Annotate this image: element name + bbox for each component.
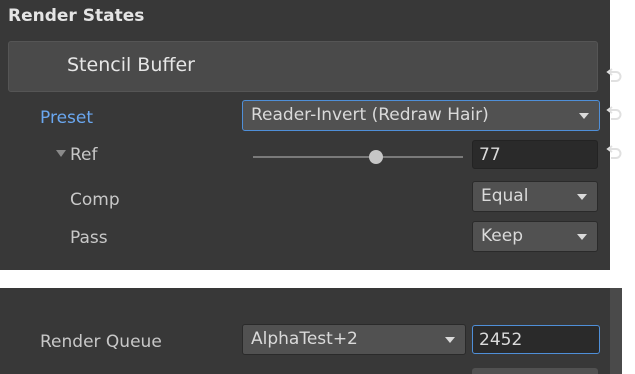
dropdown-arrow-icon (577, 234, 587, 240)
render-queue-panel: Render Queue AlphaTest+2 2452 (0, 288, 622, 374)
dropdown-arrow-icon (579, 113, 589, 119)
render-queue-preset: AlphaTest+2 (251, 329, 358, 349)
ref-value: 77 (479, 145, 501, 165)
next-field-partial (472, 368, 598, 374)
section-title: Render States (8, 6, 145, 26)
preset-value: Reader-Invert (Redraw Hair) (251, 105, 489, 125)
ref-slider-thumb[interactable] (369, 150, 383, 164)
comp-label: Comp (70, 190, 120, 210)
comp-dropdown[interactable]: Equal (472, 181, 598, 212)
render-states-panel: Render States Stencil Buffer Preset Read… (0, 0, 622, 270)
pass-dropdown[interactable]: Keep (472, 221, 598, 252)
render-queue-label: Render Queue (40, 332, 162, 352)
preset-label: Preset (40, 108, 94, 128)
pass-label: Pass (70, 228, 108, 248)
revert-icon[interactable] (605, 106, 623, 124)
ref-slider-track[interactable] (253, 156, 463, 158)
render-queue-dropdown[interactable]: AlphaTest+2 (242, 324, 466, 355)
scrollbar[interactable] (610, 288, 622, 374)
revert-icon[interactable] (605, 68, 623, 86)
revert-icon[interactable] (605, 145, 623, 163)
comp-value: Equal (481, 186, 529, 206)
dropdown-arrow-icon (577, 194, 587, 200)
render-queue-value: 2452 (479, 330, 523, 350)
foldout-arrow-icon[interactable] (56, 150, 66, 157)
render-queue-value-field[interactable]: 2452 (472, 325, 600, 354)
ref-value-field[interactable]: 77 (472, 140, 598, 169)
ref-label: Ref (70, 145, 98, 165)
pass-value: Keep (481, 226, 524, 246)
preset-dropdown[interactable]: Reader-Invert (Redraw Hair) (242, 100, 600, 131)
foldout-label: Stencil Buffer (67, 54, 195, 76)
stencil-buffer-foldout[interactable]: Stencil Buffer (8, 41, 598, 92)
dropdown-arrow-icon (445, 337, 455, 343)
